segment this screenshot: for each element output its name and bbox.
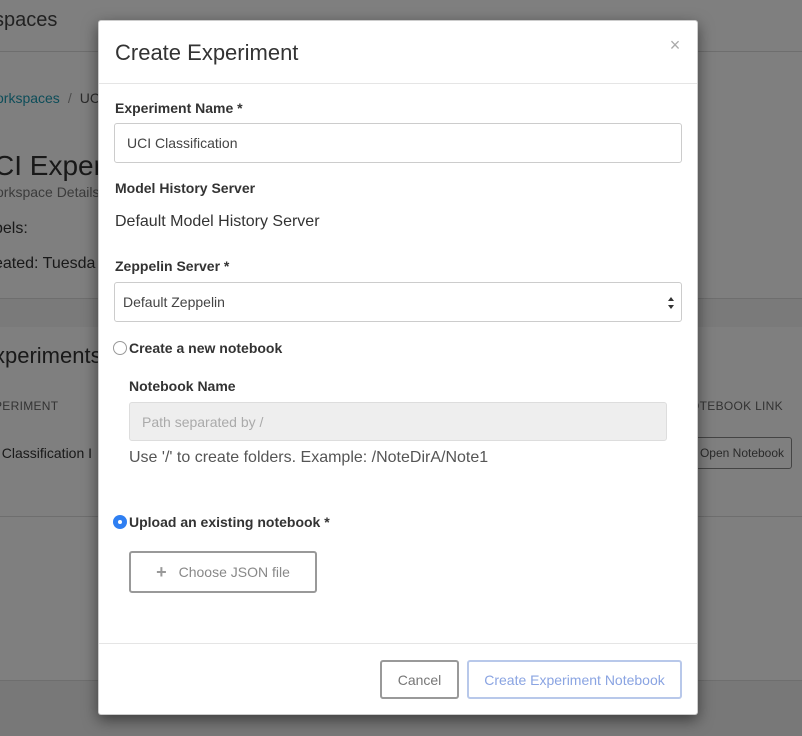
create-new-notebook-radio[interactable] — [113, 341, 127, 355]
create-new-notebook-label: Create a new notebook — [129, 340, 283, 356]
create-new-notebook-option[interactable]: Create a new notebook — [113, 340, 282, 356]
experiment-name-label: Experiment Name * — [115, 100, 243, 116]
zeppelin-server-select[interactable]: Default Zeppelin — [114, 282, 682, 322]
notebook-name-label: Notebook Name — [129, 378, 236, 394]
experiment-name-input[interactable] — [114, 123, 682, 163]
select-arrows-icon — [668, 297, 674, 309]
create-experiment-notebook-button[interactable]: Create Experiment Notebook — [467, 660, 682, 699]
choose-json-file-label: Choose JSON file — [178, 564, 290, 580]
model-history-server-value: Default Model History Server — [115, 213, 320, 230]
close-icon[interactable]: × — [667, 35, 683, 55]
upload-notebook-radio[interactable] — [113, 515, 127, 529]
choose-json-file-button[interactable]: + Choose JSON file — [129, 551, 317, 593]
create-experiment-modal: Create Experiment × Experiment Name * Mo… — [98, 20, 698, 715]
modal-header: Create Experiment × — [99, 21, 697, 84]
notebook-name-help: Use '/' to create folders. Example: /Not… — [129, 449, 489, 466]
plus-icon: + — [156, 562, 167, 582]
notebook-name-input: Path separated by / — [129, 402, 667, 441]
modal-title: Create Experiment — [115, 40, 299, 65]
model-history-server-label: Model History Server — [115, 180, 256, 196]
modal-footer: Cancel Create Experiment Notebook — [99, 643, 697, 716]
upload-notebook-option[interactable]: Upload an existing notebook * — [113, 514, 330, 530]
cancel-button[interactable]: Cancel — [380, 660, 459, 699]
zeppelin-server-label: Zeppelin Server * — [115, 258, 230, 274]
zeppelin-server-selected: Default Zeppelin — [123, 294, 225, 310]
upload-notebook-label: Upload an existing notebook * — [129, 514, 330, 530]
